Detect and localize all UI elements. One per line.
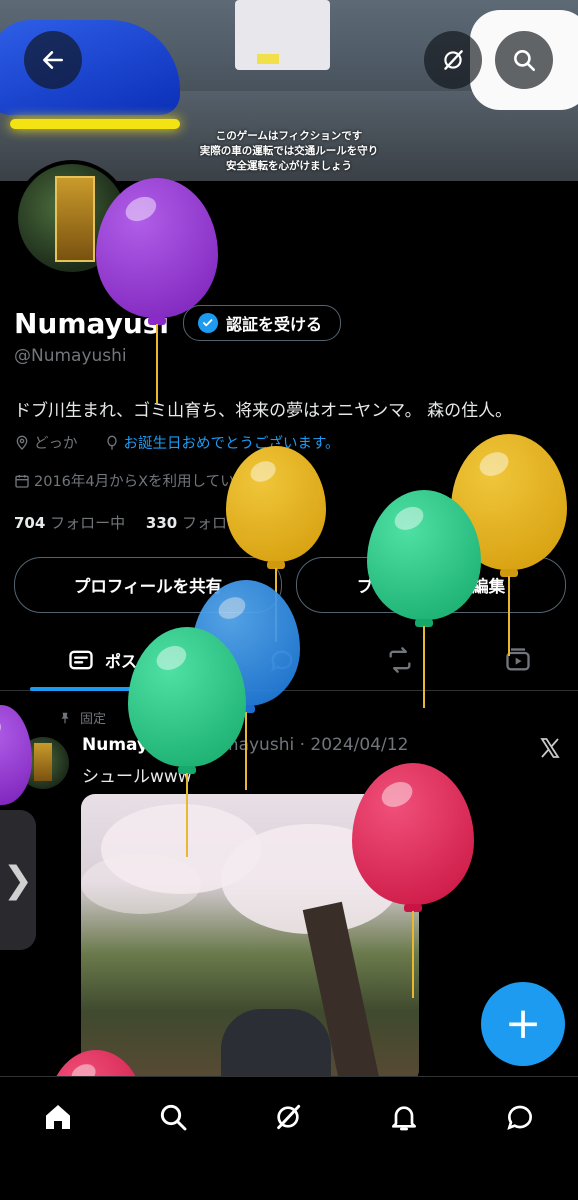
banner-plate <box>257 54 279 64</box>
grok-icon <box>277 1104 301 1130</box>
arrow-left-icon <box>43 51 63 69</box>
balloon-purple-edge <box>0 705 32 805</box>
profile-bio: ドブ川生まれ、ゴミ山育ち、将来の夢はオニヤンマ。 森の住人。 <box>14 401 513 421</box>
nav-grok[interactable] <box>268 1097 308 1137</box>
banner-caption-line-1: このゲームはフィクションです <box>215 130 363 142</box>
home-icon <box>46 1105 70 1129</box>
post-avatar-card <box>34 743 52 781</box>
pinned-label: 固定 <box>80 712 107 727</box>
following-label: フォロー中 <box>50 514 126 532</box>
avatar-tarot-card <box>55 176 95 262</box>
compose-button[interactable]: + <box>481 982 565 1066</box>
x-logo-icon[interactable] <box>538 736 562 760</box>
side-drawer-glyph: ❯ <box>2 859 34 901</box>
header-banner: このゲームはフィクションです 実際の車の運転では交通ルールを守り 安全運転を心が… <box>0 0 578 181</box>
banner-car-white <box>235 0 330 70</box>
nav-messages[interactable] <box>500 1097 540 1137</box>
profile-location: どっか <box>34 436 78 452</box>
balloon-purple <box>96 178 218 404</box>
posts-icon <box>69 650 93 670</box>
person-figure <box>221 1009 331 1084</box>
nav-search[interactable] <box>153 1097 193 1137</box>
search-button[interactable] <box>495 31 553 89</box>
follow-stats: 704 フォロー中 330 フォロワー <box>14 512 257 533</box>
search-icon <box>514 50 536 72</box>
following-count: 704 <box>14 514 46 532</box>
nav-home[interactable] <box>38 1097 78 1137</box>
pinned-indicator: 固定 <box>58 708 106 727</box>
search-icon <box>160 1104 187 1131</box>
calendar-icon <box>15 474 29 488</box>
location-icon <box>16 435 28 450</box>
bell-icon <box>392 1106 416 1131</box>
balloon-green-1 <box>367 490 481 708</box>
grok-button[interactable] <box>424 31 482 89</box>
following-link[interactable]: 704 フォロー中 <box>14 514 125 532</box>
grok-icon <box>444 50 463 70</box>
chat-bubble-icon <box>507 1105 533 1130</box>
side-drawer-handle[interactable]: ❯ <box>0 810 36 950</box>
balloon-green-2 <box>128 627 246 857</box>
compose-plus-glyph: + <box>504 998 542 1049</box>
balloon-icon <box>106 435 117 450</box>
blossom-cluster <box>81 854 201 914</box>
banner-caption-line-2: 実際の車の運転では交通ルールを守り <box>199 145 379 157</box>
back-button[interactable] <box>24 31 82 89</box>
followers-count: 330 <box>145 514 178 532</box>
nav-notifications[interactable] <box>384 1097 424 1137</box>
pin-icon <box>61 712 69 723</box>
get-verified-label: 認証を受ける <box>226 315 323 334</box>
balloon-red-1 <box>352 763 474 998</box>
bottom-navigation <box>0 1076 578 1200</box>
